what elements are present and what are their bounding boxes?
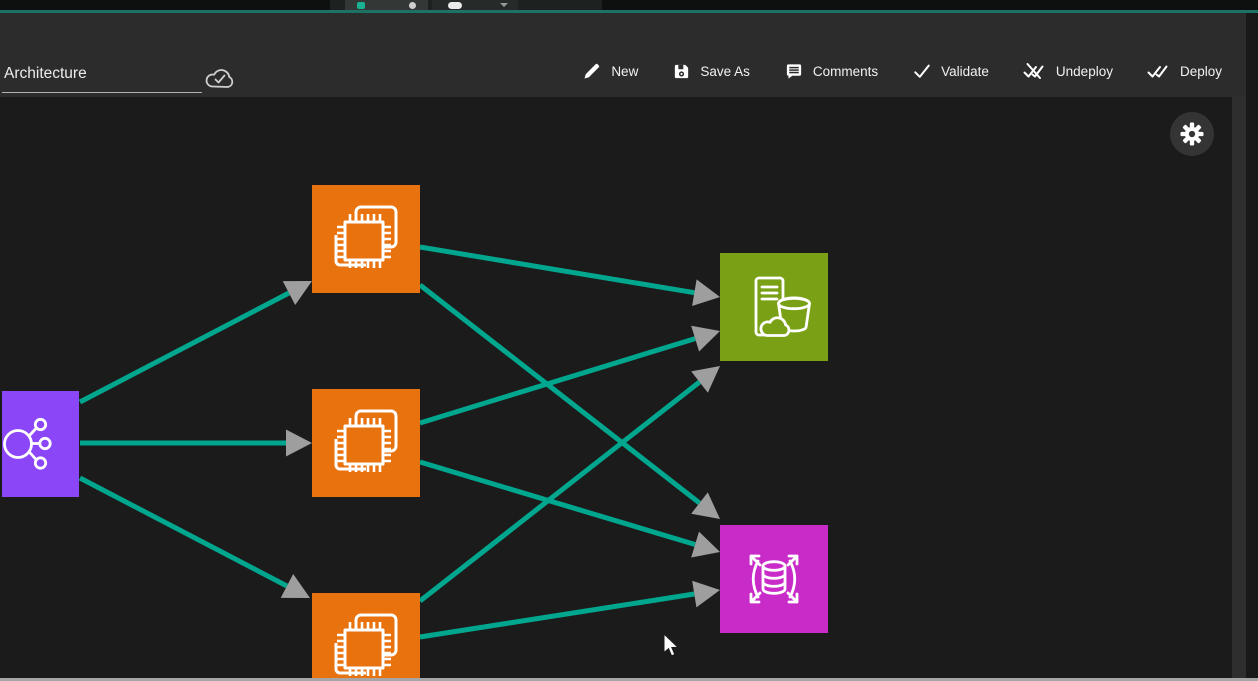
vertical-scrollbar-track[interactable] xyxy=(1232,97,1246,678)
deploy-icon xyxy=(1147,61,1171,81)
arrowhead-icon xyxy=(692,581,720,608)
browser-tab-strip xyxy=(0,0,1258,10)
arrowhead-icon xyxy=(286,430,312,457)
edge-load-balancer-to-compute-1[interactable] xyxy=(80,281,312,402)
toolbar-button-save-as[interactable]: Save As xyxy=(670,58,752,85)
toolbar-button-label: Validate xyxy=(941,64,989,79)
arrowhead-icon xyxy=(691,492,720,519)
toolbar-button-label: Comments xyxy=(813,64,878,79)
node-compute-2[interactable] xyxy=(312,389,420,497)
toolbar-button-undeploy[interactable]: Undeploy xyxy=(1021,57,1115,85)
toolbar: New Save As Comments Validate Undeploy Deploy xyxy=(580,57,1224,85)
diagram-title-input[interactable] xyxy=(2,63,202,93)
node-load-balancer[interactable] xyxy=(2,391,79,497)
tab-favicon xyxy=(448,2,462,9)
arrowhead-icon xyxy=(692,279,720,306)
node-storage[interactable] xyxy=(720,253,828,361)
tab-favicon xyxy=(357,2,365,9)
save-icon xyxy=(672,62,691,81)
pencil-icon xyxy=(582,61,602,81)
app-header: New Save As Comments Validate Undeploy Deploy xyxy=(0,13,1258,97)
node-compute-1[interactable] xyxy=(312,185,420,293)
node-database[interactable] xyxy=(720,525,828,633)
arrowhead-icon xyxy=(691,366,720,393)
toolbar-button-validate[interactable]: Validate xyxy=(910,58,991,84)
toolbar-button-comments[interactable]: Comments xyxy=(782,58,880,85)
undeploy-icon xyxy=(1023,61,1047,81)
toolbar-button-label: Deploy xyxy=(1180,64,1222,79)
chevron-down-icon xyxy=(500,3,508,7)
toolbar-button-label: Save As xyxy=(700,64,750,79)
edge-compute-2-to-database[interactable] xyxy=(420,462,720,558)
toolbar-button-deploy[interactable]: Deploy xyxy=(1145,57,1224,85)
node-compute-3[interactable] xyxy=(312,593,420,678)
browser-tab-stub-active[interactable] xyxy=(345,0,428,10)
edge-load-balancer-to-compute-2[interactable] xyxy=(80,430,312,457)
toolbar-button-label: New xyxy=(611,64,638,79)
edge-compute-1-to-storage[interactable] xyxy=(420,247,720,306)
gear-icon xyxy=(1179,121,1205,147)
canvas-settings-button[interactable] xyxy=(1170,112,1214,156)
comments-icon xyxy=(784,62,804,81)
architecture-diagram xyxy=(0,97,1232,678)
arrowhead-icon xyxy=(691,532,720,558)
edge-compute-2-to-storage[interactable] xyxy=(420,326,720,423)
edge-compute-3-to-database[interactable] xyxy=(420,581,720,637)
diagram-canvas[interactable] xyxy=(0,97,1232,678)
tab-favicon-secondary xyxy=(409,2,416,9)
check-icon xyxy=(912,62,932,80)
toolbar-button-label: Undeploy xyxy=(1056,64,1113,79)
edge-load-balancer-to-compute-3[interactable] xyxy=(80,478,310,598)
browser-tab-stub-inactive[interactable] xyxy=(432,0,518,10)
cloud-check-icon xyxy=(204,65,236,91)
right-window-margin xyxy=(1246,13,1258,678)
toolbar-button-new[interactable]: New xyxy=(580,57,640,85)
arrowhead-icon xyxy=(691,326,720,352)
